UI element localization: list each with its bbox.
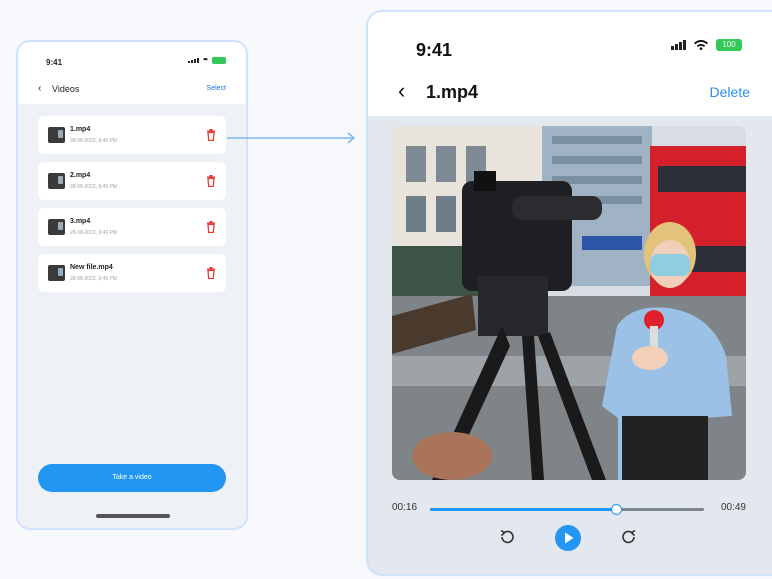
play-icon[interactable] bbox=[554, 524, 582, 552]
video-thumbnail bbox=[48, 265, 65, 281]
back-button[interactable]: ‹ bbox=[398, 80, 405, 102]
trash-icon[interactable] bbox=[206, 267, 216, 279]
rewind-icon[interactable] bbox=[498, 528, 516, 546]
nav-bar: ‹ Videos Select bbox=[18, 80, 246, 100]
list-item[interactable]: 3.mp4 28-08-2023, 9:49 PM bbox=[38, 208, 226, 246]
video-thumbnail bbox=[48, 173, 65, 189]
take-video-button[interactable]: Take a video bbox=[38, 464, 226, 492]
page-title: Videos bbox=[52, 84, 80, 94]
status-icons: 100 bbox=[671, 39, 742, 51]
progress-fill bbox=[430, 508, 617, 511]
list-item[interactable]: 2.mp4 28-08-2023, 9:49 PM bbox=[38, 162, 226, 200]
trash-icon[interactable] bbox=[206, 175, 216, 187]
video-name: New file.mp4 bbox=[70, 264, 113, 271]
list-item[interactable]: 1.mp4 28-08-2023, 9:49 PM bbox=[38, 116, 226, 154]
back-button[interactable]: ‹ bbox=[38, 83, 41, 94]
video-thumbnail bbox=[48, 219, 65, 235]
video-name: 2.mp4 bbox=[70, 172, 91, 179]
video-frame-image bbox=[392, 126, 746, 480]
video-name: 3.mp4 bbox=[70, 218, 91, 225]
status-time: 9:41 bbox=[416, 40, 453, 60]
wifi-icon bbox=[694, 40, 708, 50]
page-title: 1.mp4 bbox=[426, 82, 479, 102]
signal-icon bbox=[671, 40, 686, 50]
status-time: 9:41 bbox=[46, 58, 63, 67]
video-date: 28-08-2023, 9:49 PM bbox=[70, 276, 117, 282]
progress-handle[interactable] bbox=[611, 504, 623, 515]
status-icons bbox=[188, 57, 226, 64]
time-elapsed: 00:16 bbox=[392, 502, 418, 513]
video-frame[interactable] bbox=[392, 126, 746, 480]
select-button[interactable]: Select bbox=[207, 85, 226, 92]
list-header: 9:41 ‹ Videos Select bbox=[18, 42, 246, 104]
video-name: 1.mp4 bbox=[70, 126, 91, 133]
trash-icon[interactable] bbox=[206, 129, 216, 141]
time-total: 00:49 bbox=[720, 502, 746, 513]
signal-icon bbox=[188, 58, 199, 63]
progress-slider[interactable] bbox=[430, 504, 704, 515]
video-player-screen: 9:41 100 ‹ 1.mp4 Delete 00:16 00:49 bbox=[366, 10, 772, 576]
flow-arrow bbox=[227, 132, 356, 144]
delete-button[interactable]: Delete bbox=[710, 84, 750, 100]
battery-icon bbox=[212, 57, 226, 64]
video-date: 28-08-2023, 9:49 PM bbox=[70, 230, 117, 236]
video-list-screen: 9:41 ‹ Videos Select 1.mp4 28-08-2023, 9… bbox=[16, 40, 248, 530]
wifi-icon bbox=[202, 58, 209, 63]
video-thumbnail bbox=[48, 127, 65, 143]
video-list: 1.mp4 28-08-2023, 9:49 PM 2.mp4 28-08-20… bbox=[38, 116, 226, 300]
battery-icon: 100 bbox=[716, 39, 742, 51]
forward-icon[interactable] bbox=[620, 528, 638, 546]
home-indicator bbox=[96, 514, 170, 518]
video-date: 28-08-2023, 9:49 PM bbox=[70, 184, 117, 190]
player-header: 9:41 100 ‹ 1.mp4 Delete bbox=[368, 12, 772, 116]
list-item[interactable]: New file.mp4 28-08-2023, 9:49 PM bbox=[38, 254, 226, 292]
video-date: 28-08-2023, 9:49 PM bbox=[70, 138, 117, 144]
trash-icon[interactable] bbox=[206, 221, 216, 233]
